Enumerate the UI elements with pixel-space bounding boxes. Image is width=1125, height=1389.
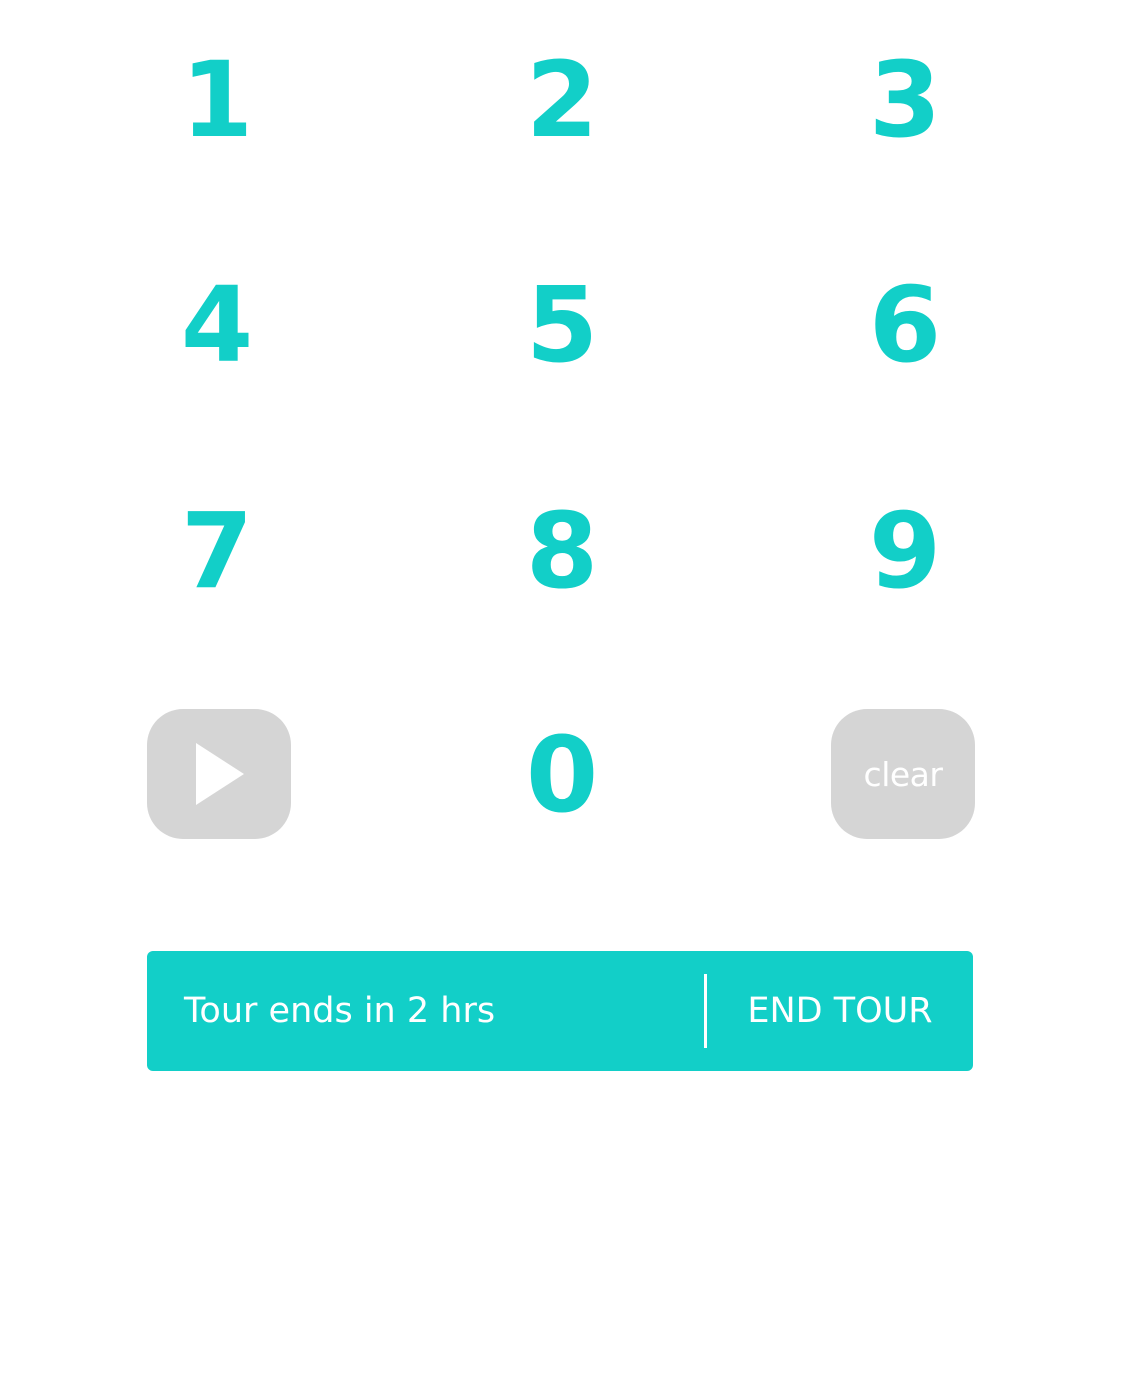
- end-tour-button[interactable]: END TOUR: [707, 951, 973, 1071]
- tour-bar: Tour ends in 2 hrs END TOUR: [147, 951, 973, 1071]
- key-3[interactable]: 3: [805, 25, 1005, 175]
- clear-label: clear: [863, 754, 943, 794]
- play-icon: [196, 743, 244, 805]
- key-1[interactable]: 1: [117, 25, 317, 175]
- key-7[interactable]: 7: [117, 476, 317, 626]
- clear-button[interactable]: clear: [831, 709, 975, 839]
- tour-status-text: Tour ends in 2 hrs: [184, 991, 496, 1031]
- key-2[interactable]: 2: [462, 25, 662, 175]
- play-button[interactable]: [147, 709, 291, 839]
- key-6[interactable]: 6: [805, 250, 1005, 400]
- key-4[interactable]: 4: [117, 250, 317, 400]
- key-0[interactable]: 0: [462, 700, 662, 850]
- key-5[interactable]: 5: [462, 250, 662, 400]
- key-8[interactable]: 8: [462, 476, 662, 626]
- key-9[interactable]: 9: [805, 476, 1005, 626]
